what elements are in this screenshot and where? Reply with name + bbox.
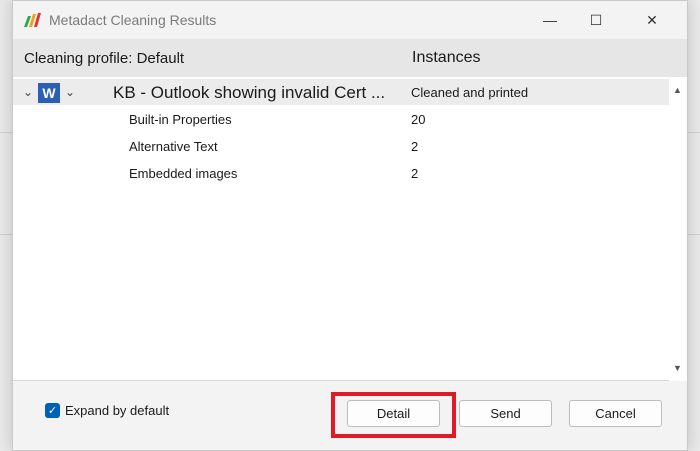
maximize-icon: ☐ bbox=[589, 11, 603, 28]
document-title: KB - Outlook showing invalid Cert ... bbox=[113, 83, 386, 102]
item-label: Alternative Text bbox=[129, 139, 218, 154]
results-panel: Cleaning profile: Default Instances ⌄ W … bbox=[13, 39, 687, 381]
dialog-footer: ✓ Expand by default Detail Send Cancel bbox=[13, 382, 687, 450]
send-button[interactable]: Send bbox=[459, 400, 552, 427]
checkbox-checked-icon[interactable]: ✓ bbox=[45, 403, 60, 418]
item-label: Embedded images bbox=[129, 166, 238, 181]
item-label: Built-in Properties bbox=[129, 112, 232, 127]
close-button[interactable]: ✕ bbox=[629, 1, 675, 39]
detail-button[interactable]: Detail bbox=[347, 400, 440, 427]
scroll-up-icon[interactable]: ▲ bbox=[673, 85, 682, 95]
cancel-button[interactable]: Cancel bbox=[569, 400, 662, 427]
close-icon: ✕ bbox=[646, 11, 658, 28]
instances-header: Instances bbox=[412, 49, 481, 66]
background-divider-3 bbox=[688, 132, 700, 133]
minimize-button[interactable]: — bbox=[527, 1, 573, 39]
metadact-logo-icon bbox=[24, 13, 41, 27]
cleaning-profile-header: Cleaning profile: Default bbox=[24, 50, 185, 67]
item-count: 2 bbox=[411, 166, 419, 181]
document-row[interactable]: ⌄ W ⌄ KB - Outlook showing invalid Cert … bbox=[13, 79, 669, 105]
maximize-button[interactable]: ☐ bbox=[573, 1, 619, 39]
vertical-scrollbar[interactable]: ▲ ▼ bbox=[669, 77, 687, 381]
expand-by-default-toggle[interactable]: ✓ Expand by default bbox=[45, 403, 169, 418]
column-header: Cleaning profile: Default Instances bbox=[13, 39, 687, 77]
background-divider-2 bbox=[0, 234, 12, 235]
list-item[interactable]: Built-in Properties 20 bbox=[13, 106, 669, 132]
background-divider-1 bbox=[0, 132, 12, 133]
title-bar[interactable]: Metadact Cleaning Results — ☐ ✕ bbox=[13, 1, 687, 39]
chevron-down-icon[interactable]: ⌄ bbox=[65, 85, 75, 99]
scroll-down-icon[interactable]: ▼ bbox=[673, 363, 682, 373]
list-item[interactable]: Embedded images 2 bbox=[13, 160, 669, 186]
list-item[interactable]: Alternative Text 2 bbox=[13, 133, 669, 159]
minimize-icon: — bbox=[543, 12, 557, 28]
word-document-icon: W bbox=[38, 83, 60, 103]
item-count: 2 bbox=[411, 139, 419, 154]
window-title: Metadact Cleaning Results bbox=[49, 12, 217, 28]
expand-by-default-label: Expand by default bbox=[65, 403, 170, 418]
results-tree: ⌄ W ⌄ KB - Outlook showing invalid Cert … bbox=[13, 77, 669, 381]
background-divider-4 bbox=[688, 234, 700, 235]
item-count: 20 bbox=[411, 112, 426, 127]
word-icon-letter: W bbox=[42, 85, 56, 101]
expand-chevron-icon[interactable]: ⌄ bbox=[23, 85, 33, 99]
cleaning-results-dialog: Metadact Cleaning Results — ☐ ✕ Cleaning… bbox=[12, 0, 688, 451]
document-status: Cleaned and printed bbox=[411, 85, 529, 100]
